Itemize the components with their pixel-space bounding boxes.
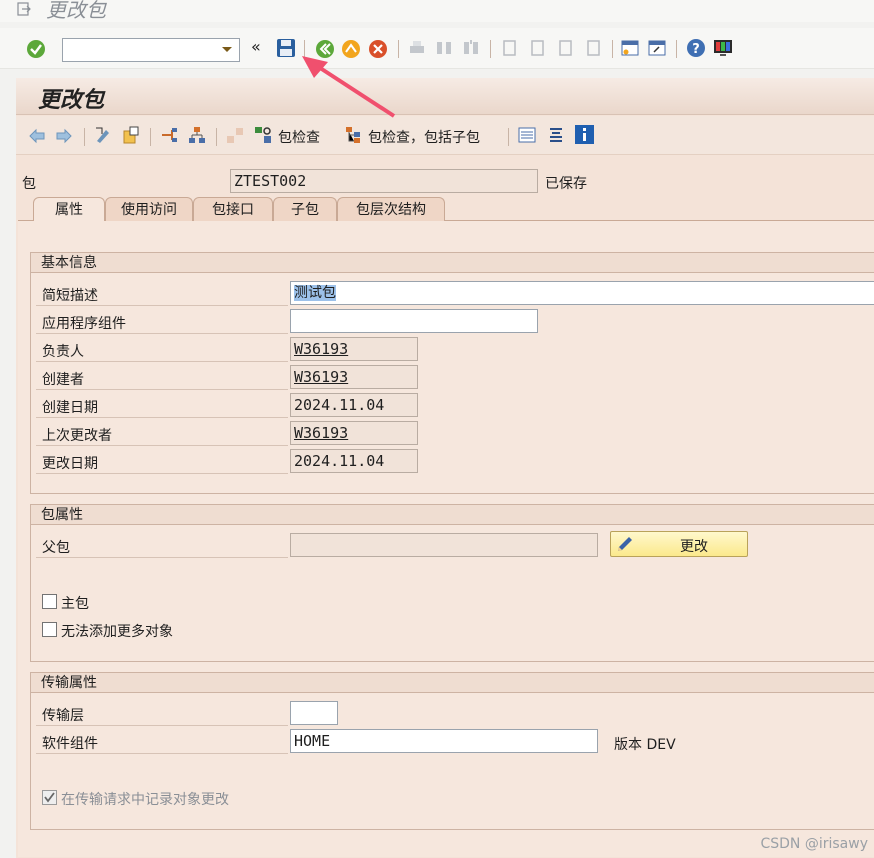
transport-attrs-title: 传输属性 [31, 673, 874, 693]
history-button[interactable]: « [251, 37, 261, 56]
last-page-icon[interactable] [584, 39, 602, 57]
document-edit-icon [17, 2, 31, 16]
changed-on-field: 2024.11.04 [290, 449, 418, 473]
created-on-field: 2024.11.04 [290, 393, 418, 417]
parent-package-label: 父包 [42, 540, 70, 556]
print-icon[interactable] [408, 39, 426, 57]
responsible-field: W36193 [290, 337, 418, 361]
tab-usage-access[interactable]: 使用访问 [105, 197, 193, 221]
shortcut-icon[interactable] [648, 39, 666, 57]
created-by-label: 创建者 [42, 372, 84, 388]
tab-package-interfaces-label: 包接口 [212, 202, 254, 218]
arrow-right-icon[interactable] [55, 127, 73, 145]
annotation-arrow [302, 56, 396, 118]
page-title: 更改包 [38, 88, 105, 113]
next-page-icon[interactable] [556, 39, 574, 57]
tab-subpackages-label: 子包 [291, 202, 319, 218]
record-changes-checkbox[interactable] [42, 790, 57, 805]
enter-icon[interactable] [26, 39, 46, 59]
package-attrs-title: 包属性 [31, 505, 874, 525]
created-on-label: 创建日期 [42, 400, 98, 416]
tab-attributes[interactable]: 属性 [33, 197, 105, 221]
main-package-label: 主包 [61, 596, 89, 612]
version-text: 版本 DEV [614, 737, 676, 753]
tab-package-hierarchy[interactable]: 包层次结构 [337, 197, 445, 221]
command-field[interactable] [62, 38, 240, 62]
watermark: CSDN @irisawy [760, 836, 868, 852]
window-title-bar: 更改包 [0, 0, 874, 22]
package-name-field: ZTEST002 [230, 169, 538, 193]
package-check-sub-label[interactable]: 包检查，包括子包 [368, 127, 480, 147]
tab-usage-access-label: 使用访问 [121, 202, 177, 218]
first-page-icon[interactable] [500, 39, 518, 57]
parent-package-field [290, 533, 598, 557]
save-icon[interactable] [276, 38, 296, 58]
transport-layer-label: 传输层 [42, 708, 84, 724]
app-component-field[interactable] [290, 309, 538, 333]
tab-package-hierarchy-label: 包层次结构 [356, 202, 426, 218]
hierarchy-list-icon[interactable] [547, 126, 565, 144]
short-desc-label: 简短描述 [42, 288, 98, 304]
no-more-objects-checkbox[interactable] [42, 622, 57, 637]
package-check-label[interactable]: 包检查 [278, 127, 320, 147]
new-session-icon[interactable] [621, 39, 639, 57]
tab-attributes-label: 属性 [55, 202, 83, 218]
arrow-left-icon[interactable] [28, 127, 46, 145]
package-check-sub-icon[interactable] [345, 126, 363, 144]
last-changed-by-label: 上次更改者 [42, 428, 112, 444]
chevron-down-icon[interactable] [220, 40, 234, 58]
layout-icon[interactable] [713, 38, 733, 58]
where-used-icon[interactable] [160, 126, 178, 144]
save-status: 已保存 [545, 176, 587, 192]
record-changes-label: 在传输请求中记录对象更改 [61, 792, 229, 808]
responsible-label: 负责人 [42, 344, 84, 360]
no-more-objects-label: 无法添加更多对象 [61, 624, 173, 640]
package-check-icon[interactable] [254, 126, 272, 144]
basic-info-title: 基本信息 [31, 253, 874, 273]
panel-title-bar [16, 78, 874, 115]
tab-subpackages[interactable]: 子包 [273, 197, 337, 221]
short-desc-value: 测试包 [294, 285, 336, 301]
find-next-icon[interactable] [462, 39, 480, 57]
created-by-field: W36193 [290, 365, 418, 389]
changed-on-label: 更改日期 [42, 456, 98, 472]
hierarchy-icon[interactable] [188, 126, 206, 144]
software-component-label: 软件组件 [42, 736, 98, 752]
object-list-icon[interactable] [226, 126, 244, 144]
help-icon[interactable]: ? [686, 38, 706, 58]
app-component-label: 应用程序组件 [42, 316, 126, 332]
last-changed-by-field: W36193 [290, 421, 418, 445]
list-view-icon[interactable] [518, 126, 536, 144]
software-component-field[interactable]: HOME [290, 729, 598, 753]
pencil-icon [618, 537, 632, 551]
tab-package-interfaces[interactable]: 包接口 [193, 197, 273, 221]
activate-icon[interactable] [122, 126, 140, 144]
change-button-label: 更改 [680, 539, 708, 555]
package-label: 包 [22, 176, 36, 192]
svg-text:?: ? [692, 42, 700, 57]
short-desc-field[interactable]: 测试包 [290, 281, 874, 305]
transport-layer-field[interactable] [290, 701, 338, 725]
prev-page-icon[interactable] [528, 39, 546, 57]
window-title: 更改包 [46, 0, 106, 22]
checkmark-icon [44, 792, 55, 803]
info-icon[interactable] [575, 125, 594, 144]
find-icon[interactable] [435, 39, 453, 57]
display-change-icon[interactable] [94, 126, 112, 144]
main-package-checkbox[interactable] [42, 594, 57, 609]
